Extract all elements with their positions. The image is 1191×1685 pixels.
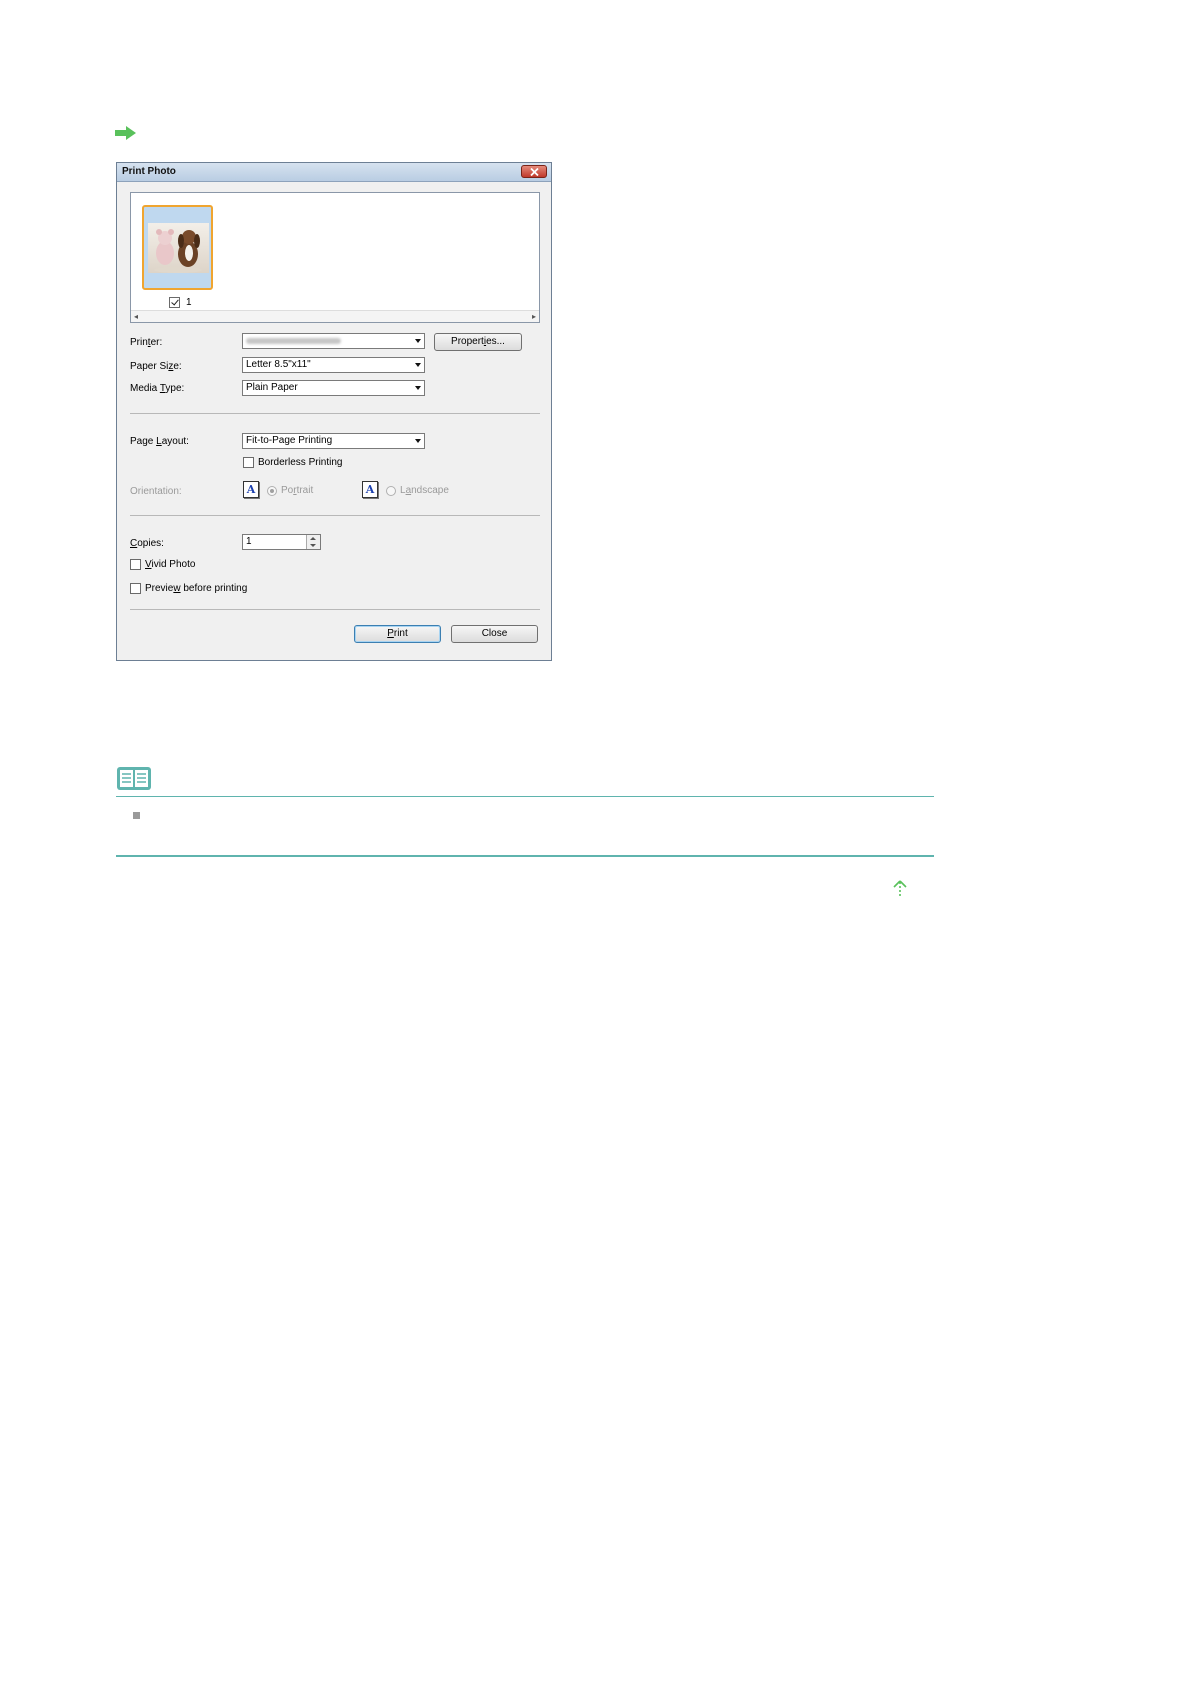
media-type-label: Media Type:: [130, 383, 185, 394]
divider: [130, 609, 540, 610]
print-photo-dialog: Print Photo 1 ◂ ▸ Printer: Properties...…: [116, 162, 552, 661]
scroll-right-icon[interactable]: ▸: [532, 312, 536, 321]
scroll-left-icon[interactable]: ◂: [134, 312, 138, 321]
borderless-printing-option[interactable]: Borderless Printing: [243, 457, 342, 468]
stepper-arrows-icon[interactable]: [306, 535, 320, 549]
note-divider-bottom: [116, 855, 934, 857]
preview-before-printing-checkbox[interactable]: [130, 583, 141, 594]
preview-before-printing-option[interactable]: Preview before printing: [130, 583, 247, 594]
copies-label: Copies:: [130, 538, 164, 549]
printer-select[interactable]: [242, 333, 425, 349]
paper-size-value: Letter 8.5"x11": [246, 359, 311, 370]
divider: [130, 413, 540, 414]
chevron-down-icon: [415, 363, 421, 367]
dialog-title: Print Photo: [122, 166, 176, 177]
chevron-down-icon: [415, 386, 421, 390]
portrait-orientation-icon: A: [243, 481, 259, 498]
preview-before-printing-label: Preview before printing: [145, 583, 248, 594]
portrait-radio[interactable]: [267, 486, 277, 496]
vivid-photo-checkbox[interactable]: [130, 559, 141, 570]
properties-button[interactable]: Properties...: [434, 333, 522, 351]
media-type-value: Plain Paper: [246, 382, 298, 393]
note-divider-top: [116, 796, 934, 797]
close-icon: [530, 168, 539, 176]
thumbnail-index: 1: [186, 296, 192, 308]
chevron-down-icon: [415, 339, 421, 343]
copies-stepper[interactable]: 1: [242, 534, 321, 550]
orientation-label: Orientation:: [130, 486, 182, 497]
landscape-orientation-icon: A: [362, 481, 378, 498]
borderless-printing-checkbox[interactable]: [243, 457, 254, 468]
landscape-radio[interactable]: [386, 486, 396, 496]
thumbnail-select-checkbox[interactable]: [169, 296, 180, 308]
photo-thumbnail[interactable]: [142, 205, 213, 290]
vivid-photo-option[interactable]: Vivid Photo: [130, 559, 195, 570]
horizontal-scrollbar[interactable]: ◂ ▸: [131, 310, 539, 322]
copies-value: 1: [246, 536, 252, 547]
arrow-right-icon: [115, 126, 136, 140]
paper-size-label: Paper Size:: [130, 361, 182, 372]
page-layout-value: Fit-to-Page Printing: [246, 435, 333, 446]
page-layout-select[interactable]: Fit-to-Page Printing: [242, 433, 425, 449]
bullet-icon: [133, 812, 140, 819]
divider: [130, 515, 540, 516]
chevron-down-icon: [415, 439, 421, 443]
printer-name-redacted: [246, 338, 341, 344]
note-book-icon: [117, 767, 151, 790]
paper-size-select[interactable]: Letter 8.5"x11": [242, 357, 425, 373]
printer-label: Printer:: [130, 337, 163, 348]
teddy-bear-dog-photo-icon: [154, 229, 202, 273]
portrait-label: Portrait: [281, 485, 314, 496]
photo-image: [148, 223, 209, 273]
page-top-arrow-icon[interactable]: [893, 880, 907, 898]
close-window-button[interactable]: [521, 165, 547, 178]
title-bar: Print Photo: [117, 163, 551, 182]
page-layout-label: Page Layout:: [130, 436, 189, 447]
media-type-select[interactable]: Plain Paper: [242, 380, 425, 396]
vivid-photo-label: Vivid Photo: [145, 559, 196, 570]
landscape-label: Landscape: [400, 485, 449, 496]
close-button[interactable]: Close: [451, 625, 538, 643]
borderless-printing-label: Borderless Printing: [258, 457, 343, 468]
print-button[interactable]: Print: [354, 625, 441, 643]
thumbnail-pane: 1 ◂ ▸: [130, 192, 540, 323]
thumbnail-caption: 1: [169, 296, 192, 308]
